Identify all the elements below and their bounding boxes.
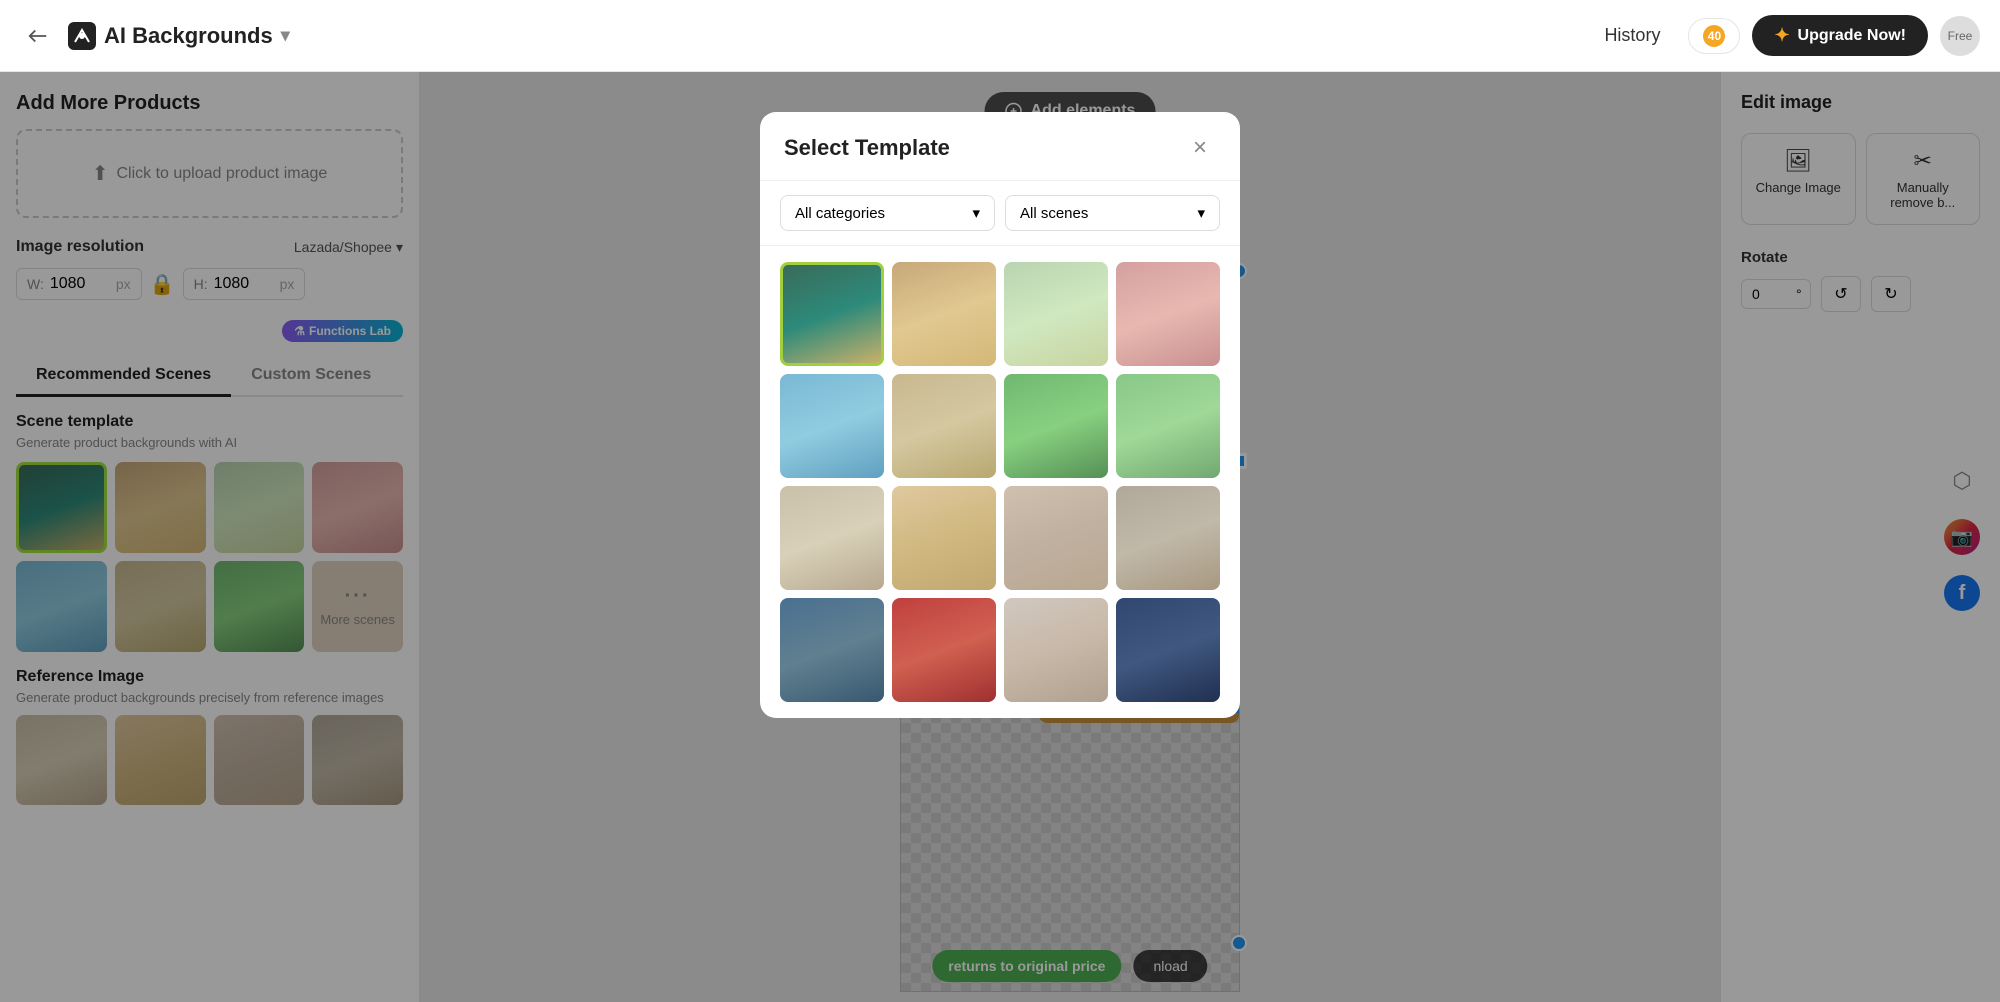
modal-thumb-1[interactable] [780,262,884,366]
modal-close-button[interactable]: × [1184,132,1216,164]
modal-thumb-12[interactable] [1116,486,1220,590]
modal-thumb-4[interactable] [1116,262,1220,366]
upgrade-star-icon: ✦ [1774,25,1789,46]
modal-title: Select Template [784,135,950,161]
avatar[interactable]: Free [1940,16,1980,56]
header: AI Backgrounds ▾ History 40 ✦ Upgrade No… [0,0,2000,72]
modal-thumb-16[interactable] [1116,598,1220,702]
dropdown-icon[interactable]: ▾ [281,25,290,46]
header-right: History 40 ✦ Upgrade Now! Free [1588,15,1980,56]
modal-overlay: Select Template × All categories ▾ All s… [0,72,2000,1002]
scene-chevron-icon: ▾ [1197,204,1205,222]
modal-thumb-10[interactable] [892,486,996,590]
modal-thumb-15[interactable] [1004,598,1108,702]
scene-filter[interactable]: All scenes ▾ [1005,195,1220,231]
category-filter[interactable]: All categories ▾ [780,195,995,231]
modal-thumb-9[interactable] [780,486,884,590]
header-left: AI Backgrounds ▾ [20,18,290,54]
modal-thumb-8[interactable] [1116,374,1220,478]
category-chevron-icon: ▾ [972,204,980,222]
app-name: AI Backgrounds [104,23,273,49]
history-button[interactable]: History [1588,17,1676,54]
modal-thumb-5[interactable] [780,374,884,478]
modal-thumb-14[interactable] [892,598,996,702]
credits-badge: 40 [1703,25,1725,47]
upgrade-label: Upgrade Now! [1798,27,1906,45]
avatar-label: Free [1948,29,1973,43]
back-button[interactable] [20,18,56,54]
modal-thumb-3[interactable] [1004,262,1108,366]
modal-grid [760,246,1240,718]
app-logo: AI Backgrounds ▾ [68,22,290,50]
modal-thumb-7[interactable] [1004,374,1108,478]
modal-thumb-6[interactable] [892,374,996,478]
modal-thumb-11[interactable] [1004,486,1108,590]
upgrade-button[interactable]: ✦ Upgrade Now! [1752,15,1928,56]
modal-filters: All categories ▾ All scenes ▾ [760,181,1240,246]
modal-header: Select Template × [760,112,1240,181]
logo-icon [68,22,96,50]
modal-thumb-2[interactable] [892,262,996,366]
modal-thumb-13[interactable] [780,598,884,702]
credits-button[interactable]: 40 [1688,18,1740,54]
select-template-modal: Select Template × All categories ▾ All s… [760,112,1240,718]
